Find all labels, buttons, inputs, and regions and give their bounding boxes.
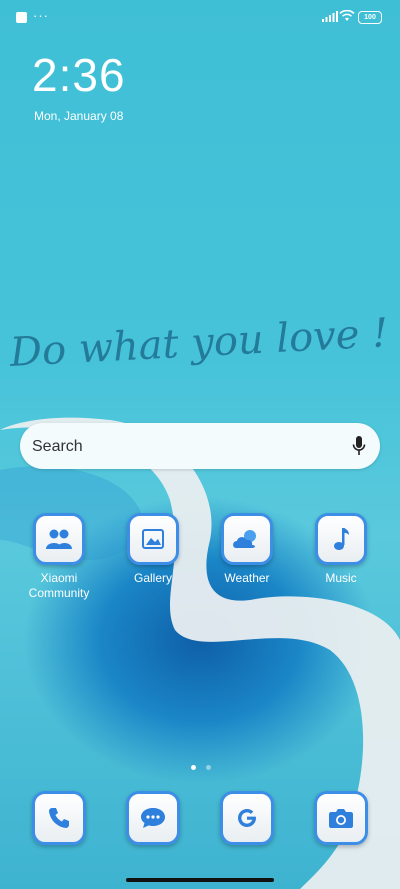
microphone-icon[interactable]: [352, 435, 366, 457]
page-dot-active: [191, 765, 196, 770]
dock-google[interactable]: [212, 791, 282, 851]
app-xiaomi-community[interactable]: Xiaomi Community: [24, 513, 94, 601]
music-icon: [315, 513, 367, 565]
app-label: Xiaomi Community: [28, 571, 90, 600]
signal-icon: [322, 11, 338, 22]
search-placeholder: Search: [32, 438, 83, 455]
app-gallery[interactable]: Gallery: [118, 513, 188, 586]
camera-icon: [314, 791, 368, 845]
phone-icon: [32, 791, 86, 845]
dock-messages[interactable]: [118, 791, 188, 851]
dock-phone[interactable]: [24, 791, 94, 851]
search-widget[interactable]: Search: [20, 423, 380, 469]
page-dot: [206, 765, 212, 770]
battery-icon: 100: [358, 11, 382, 24]
page-indicator[interactable]: [191, 757, 217, 775]
app-weather[interactable]: Weather: [212, 513, 282, 586]
messages-icon: [126, 791, 180, 845]
app-label: Weather: [224, 571, 270, 585]
wifi-icon: [339, 10, 355, 21]
weather-icon: [221, 513, 273, 565]
app-music[interactable]: Music: [306, 513, 376, 586]
community-icon: [33, 513, 85, 565]
notification-icon: [16, 12, 27, 23]
status-bar: ··· 100: [0, 0, 400, 34]
gallery-icon: [127, 513, 179, 565]
app-label: Music: [325, 571, 357, 585]
app-label: Gallery: [133, 571, 172, 585]
more-notifications-indicator: ···: [33, 8, 49, 23]
clock-time[interactable]: 2:36: [32, 48, 126, 102]
dock-camera[interactable]: [306, 791, 376, 851]
google-icon: [220, 791, 274, 845]
home-indicator[interactable]: [126, 878, 274, 882]
clock-date[interactable]: Mon, January 08: [34, 109, 123, 123]
